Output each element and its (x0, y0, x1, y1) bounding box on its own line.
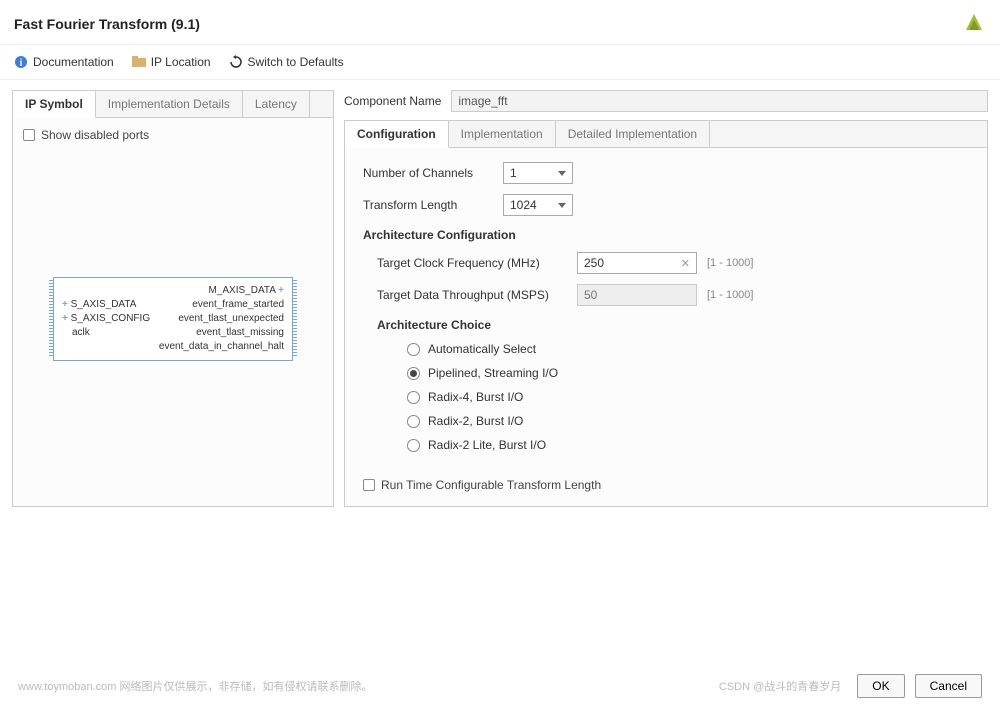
arch-choice-radio[interactable]: Radix-4, Burst I/O (407, 390, 969, 404)
num-channels-label: Number of Channels (363, 166, 493, 180)
throughput-input: 50 (577, 284, 697, 306)
arch-choice-label: Automatically Select (428, 342, 536, 356)
arch-choice-radio[interactable]: Radix-2 Lite, Burst I/O (407, 438, 969, 452)
page-title: Fast Fourier Transform (9.1) (14, 16, 200, 32)
folder-icon (132, 55, 146, 69)
radio-icon (407, 439, 420, 452)
ip-location-link[interactable]: IP Location (132, 55, 211, 69)
show-disabled-label: Show disabled ports (41, 128, 149, 142)
transform-length-label: Transform Length (363, 198, 493, 212)
ip-symbol-diagram: M_AXIS_DATA + + S_AXIS_DATAevent_frame_s… (53, 277, 293, 361)
arch-choice-label: Pipelined, Streaming I/O (428, 366, 558, 380)
num-channels-select[interactable]: 1 (503, 162, 573, 184)
cancel-button[interactable]: Cancel (915, 674, 982, 698)
clock-freq-label: Target Clock Frequency (MHz) (377, 256, 567, 270)
footer-watermark-right: CSDN @战斗的青春岁月 (719, 678, 841, 694)
switch-defaults-link[interactable]: Switch to Defaults (229, 55, 344, 69)
ok-button[interactable]: OK (857, 674, 904, 698)
switch-defaults-label: Switch to Defaults (248, 55, 344, 69)
tab-ip-symbol[interactable]: IP Symbol (13, 91, 96, 118)
documentation-link[interactable]: i Documentation (14, 55, 114, 69)
toolbar: i Documentation IP Location Switch to De… (0, 45, 1000, 80)
radio-icon (407, 391, 420, 404)
tab-detailed-impl[interactable]: Detailed Implementation (556, 121, 710, 147)
documentation-label: Documentation (33, 55, 114, 69)
refresh-icon (229, 55, 243, 69)
tab-impl-details[interactable]: Implementation Details (96, 91, 243, 117)
svg-text:i: i (20, 58, 23, 69)
arch-choice-radio[interactable]: Automatically Select (407, 342, 969, 356)
tab-latency[interactable]: Latency (243, 91, 310, 117)
arch-config-title: Architecture Configuration (363, 228, 969, 242)
ip-location-label: IP Location (151, 55, 211, 69)
tab-implementation[interactable]: Implementation (449, 121, 556, 147)
radio-icon (407, 367, 420, 380)
show-disabled-checkbox[interactable] (23, 129, 35, 141)
throughput-label: Target Data Throughput (MSPS) (377, 288, 567, 302)
right-pane: Component Name Configuration Implementat… (344, 90, 988, 507)
arch-choice-radio[interactable]: Radix-2, Burst I/O (407, 414, 969, 428)
runtime-config-checkbox[interactable] (363, 479, 375, 491)
radio-icon (407, 343, 420, 356)
info-icon: i (14, 55, 28, 69)
component-name-label: Component Name (344, 94, 441, 108)
vivado-logo (962, 12, 986, 36)
arch-choice-label: Radix-2 Lite, Burst I/O (428, 438, 546, 452)
arch-choice-label: Radix-2, Burst I/O (428, 414, 523, 428)
clear-icon[interactable]: ✕ (681, 257, 690, 270)
arch-choice-title: Architecture Choice (377, 318, 969, 332)
radio-icon (407, 415, 420, 428)
runtime-config-label: Run Time Configurable Transform Length (381, 478, 601, 492)
tab-configuration[interactable]: Configuration (345, 121, 449, 148)
clock-freq-input[interactable]: 250✕ (577, 252, 697, 274)
arch-choice-radio[interactable]: Pipelined, Streaming I/O (407, 366, 969, 380)
arch-choice-label: Radix-4, Burst I/O (428, 390, 523, 404)
transform-length-select[interactable]: 1024 (503, 194, 573, 216)
throughput-range: [1 - 1000] (707, 289, 753, 301)
footer-watermark-left: www.toymoban.com 网络图片仅供展示，非存储，如有侵权请联系删除。 (18, 678, 372, 694)
component-name-input[interactable] (451, 90, 988, 112)
clock-freq-range: [1 - 1000] (707, 257, 753, 269)
left-pane: IP Symbol Implementation Details Latency… (12, 90, 334, 507)
